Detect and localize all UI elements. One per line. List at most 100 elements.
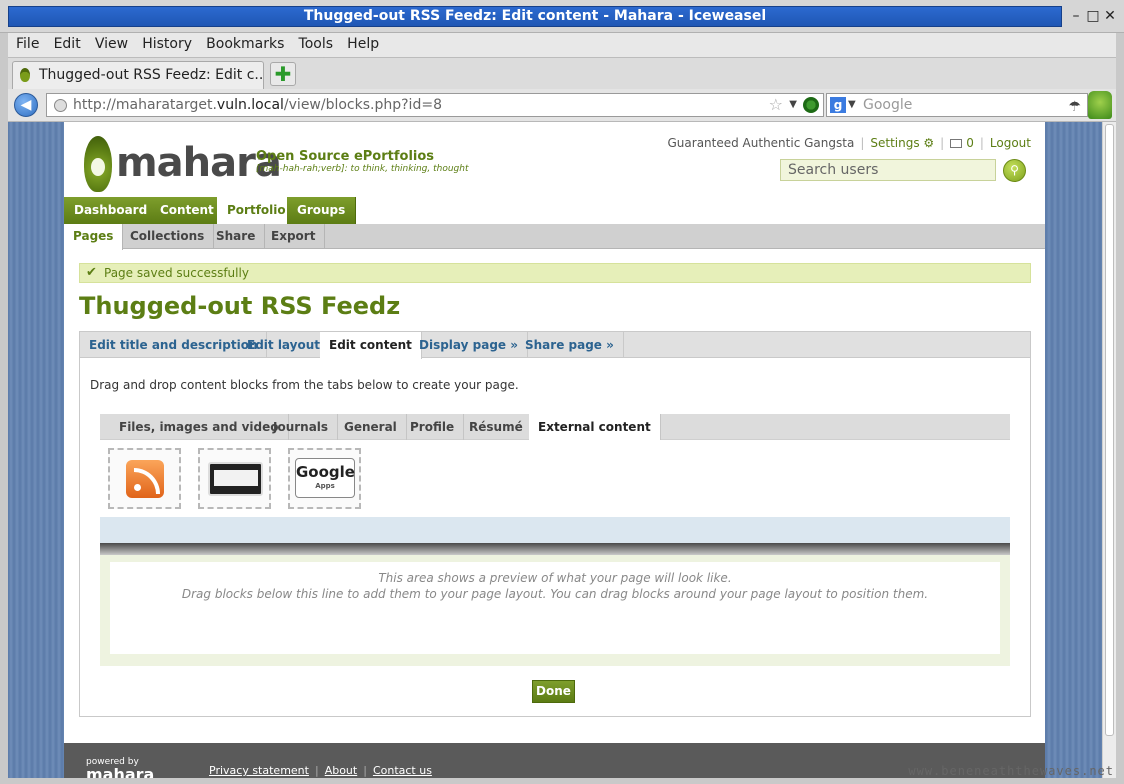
tab-edit-content[interactable]: Edit content bbox=[320, 332, 422, 359]
url-path: /view/blocks.php?id=8 bbox=[283, 97, 442, 113]
about-link[interactable]: About bbox=[325, 764, 358, 777]
page-title: Thugged-out RSS Feedz bbox=[79, 292, 401, 320]
addon-icon[interactable] bbox=[1088, 91, 1112, 119]
category-strip bbox=[100, 517, 1010, 543]
search-icon: ⚲ bbox=[1010, 163, 1019, 177]
tab-journals[interactable]: Journals bbox=[264, 414, 339, 440]
subnav-share[interactable]: Share bbox=[207, 224, 266, 249]
close-icon[interactable]: ✕ bbox=[1102, 8, 1118, 24]
url-prefix: http://maharatarget. bbox=[73, 97, 217, 113]
success-notice: ✔ Page saved successfully bbox=[79, 263, 1031, 283]
google-apps-logo-text: Google bbox=[296, 463, 355, 481]
mahara-favicon-icon bbox=[20, 68, 30, 82]
nav-content[interactable]: Content bbox=[150, 197, 225, 224]
google-engine-icon[interactable]: g bbox=[830, 97, 846, 113]
watermark: www.beneneaththewaves.net bbox=[908, 764, 1114, 778]
menu-tools[interactable]: Tools bbox=[295, 33, 338, 52]
nav-dashboard[interactable]: Dashboard bbox=[64, 197, 159, 224]
page-viewport: mahara Open Source ePortfolios [mah-hah-… bbox=[8, 122, 1116, 778]
menu-help[interactable]: Help bbox=[343, 33, 383, 52]
menu-edit[interactable]: Edit bbox=[50, 33, 85, 52]
search-users-input[interactable]: Search users bbox=[780, 159, 996, 181]
site-header: mahara Open Source ePortfolios [mah-hah-… bbox=[64, 122, 1045, 197]
layout-divider bbox=[100, 543, 1010, 555]
subnav-pages[interactable]: Pages bbox=[64, 224, 124, 250]
privacy-link[interactable]: Privacy statement bbox=[209, 764, 309, 777]
inbox-link[interactable]: 0 bbox=[950, 136, 974, 150]
user-links: Guaranteed Authentic Gangsta | Settings ⚙ |… bbox=[667, 136, 1032, 150]
search-users-placeholder: Search users bbox=[788, 162, 879, 178]
web-search-placeholder: Google bbox=[863, 97, 913, 113]
bookmark-star-icon[interactable]: ☆ bbox=[769, 94, 783, 116]
tab-display-page[interactable]: Display page » bbox=[410, 332, 528, 358]
mahara-logo-icon[interactable] bbox=[84, 136, 112, 192]
inbox-count: 0 bbox=[966, 136, 974, 150]
window-titlebar: Thugged-out RSS Feedz: Edit content - Ma… bbox=[0, 0, 1124, 33]
tab-share-page[interactable]: Share page » bbox=[516, 332, 624, 358]
search-engine-dropdown-icon[interactable]: ▼ bbox=[848, 94, 856, 116]
reload-icon[interactable] bbox=[803, 97, 819, 113]
menu-bookmarks[interactable]: Bookmarks bbox=[202, 33, 288, 52]
page-layout-area[interactable]: This area shows a preview of what your p… bbox=[100, 555, 1010, 666]
done-button[interactable]: Done bbox=[532, 680, 575, 703]
username-link[interactable]: Guaranteed Authentic Gangsta bbox=[668, 136, 855, 150]
tab-resume[interactable]: Résumé bbox=[460, 414, 533, 440]
instructions-text: Drag and drop content blocks from the ta… bbox=[90, 378, 519, 392]
window-title: Thugged-out RSS Feedz: Edit content - Ma… bbox=[8, 6, 1062, 27]
settings-link[interactable]: Settings ⚙ bbox=[870, 136, 934, 150]
footer-links: Privacy statement | About | Contact us bbox=[209, 764, 432, 777]
preview-placeholder[interactable]: This area shows a preview of what your p… bbox=[110, 562, 1000, 654]
google-apps-icon: Google Apps bbox=[295, 458, 355, 498]
main-navigation: Dashboard Content Portfolio Groups bbox=[64, 197, 1045, 224]
preview-line-2: Drag blocks below this line to add them … bbox=[181, 587, 929, 601]
contact-link[interactable]: Contact us bbox=[373, 764, 432, 777]
menu-history[interactable]: History bbox=[138, 33, 196, 52]
category-tabs: Files, images and video Journals General… bbox=[100, 414, 1010, 441]
menu-file[interactable]: File bbox=[12, 33, 43, 52]
nav-portfolio[interactable]: Portfolio bbox=[217, 197, 296, 224]
scrollbar-thumb[interactable] bbox=[1105, 124, 1114, 736]
preview-line-1: This area shows a preview of what your p… bbox=[378, 571, 732, 585]
minimize-icon[interactable]: – bbox=[1068, 8, 1084, 24]
mahara-page: mahara Open Source ePortfolios [mah-hah-… bbox=[64, 122, 1045, 778]
powered-by[interactable]: powered by mahara bbox=[86, 757, 154, 778]
sub-navigation: Pages Collections Share Export bbox=[64, 224, 1045, 250]
web-search-bar[interactable]: g ▼ Google ☂ bbox=[826, 93, 1088, 117]
google-apps-logo-sub: Apps bbox=[315, 482, 335, 490]
tab-edit-layout[interactable]: Edit layout bbox=[238, 332, 331, 358]
edit-tabs: Edit title and description Edit layout E… bbox=[80, 332, 1030, 359]
logout-link[interactable]: Logout bbox=[990, 136, 1031, 150]
new-tab-button[interactable]: ✚ bbox=[270, 62, 296, 86]
search-go-icon[interactable]: ☂ bbox=[1068, 96, 1081, 118]
subnav-export[interactable]: Export bbox=[262, 224, 326, 249]
logo-tagline: [mah-hah-rah;verb]: to think, thinking, … bbox=[256, 164, 469, 174]
external-video-block[interactable] bbox=[198, 448, 271, 509]
google-apps-block[interactable]: Google Apps bbox=[288, 448, 361, 509]
vertical-scrollbar[interactable] bbox=[1102, 122, 1116, 778]
tab-general[interactable]: General bbox=[335, 414, 407, 440]
rss-feed-icon bbox=[126, 460, 164, 498]
url-history-dropdown-icon[interactable]: ▼ bbox=[789, 94, 797, 116]
tab-profile[interactable]: Profile bbox=[401, 414, 465, 440]
external-video-icon bbox=[208, 462, 263, 496]
gear-icon: ⚙ bbox=[923, 136, 935, 150]
subnav-collections[interactable]: Collections bbox=[121, 224, 215, 249]
site-identity-icon[interactable] bbox=[54, 99, 67, 112]
search-users-button[interactable]: ⚲ bbox=[1003, 159, 1026, 182]
maximize-icon[interactable]: □ bbox=[1085, 8, 1101, 24]
tab-external-content[interactable]: External content bbox=[529, 414, 661, 441]
tab-files-images-video[interactable]: Files, images and video bbox=[110, 414, 289, 440]
mail-icon bbox=[950, 139, 963, 148]
browser-tab[interactable]: Thugged-out RSS Feedz: Edit c... bbox=[12, 61, 264, 89]
footer-logo: mahara bbox=[86, 765, 155, 778]
checkmark-icon: ✔ bbox=[86, 265, 97, 280]
browser-tabbar: Thugged-out RSS Feedz: Edit c... ✚ bbox=[8, 57, 1116, 89]
nav-groups[interactable]: Groups bbox=[287, 197, 357, 224]
notice-text: Page saved successfully bbox=[104, 266, 249, 280]
menu-view[interactable]: View bbox=[91, 33, 132, 52]
url-bar[interactable]: http://maharatarget.vuln.local/view/bloc… bbox=[46, 93, 824, 117]
browser-tab-label: Thugged-out RSS Feedz: Edit c... bbox=[39, 67, 264, 83]
rss-feed-block[interactable] bbox=[108, 448, 181, 509]
back-button[interactable]: ◀ bbox=[14, 93, 38, 117]
settings-label: Settings bbox=[870, 136, 920, 150]
